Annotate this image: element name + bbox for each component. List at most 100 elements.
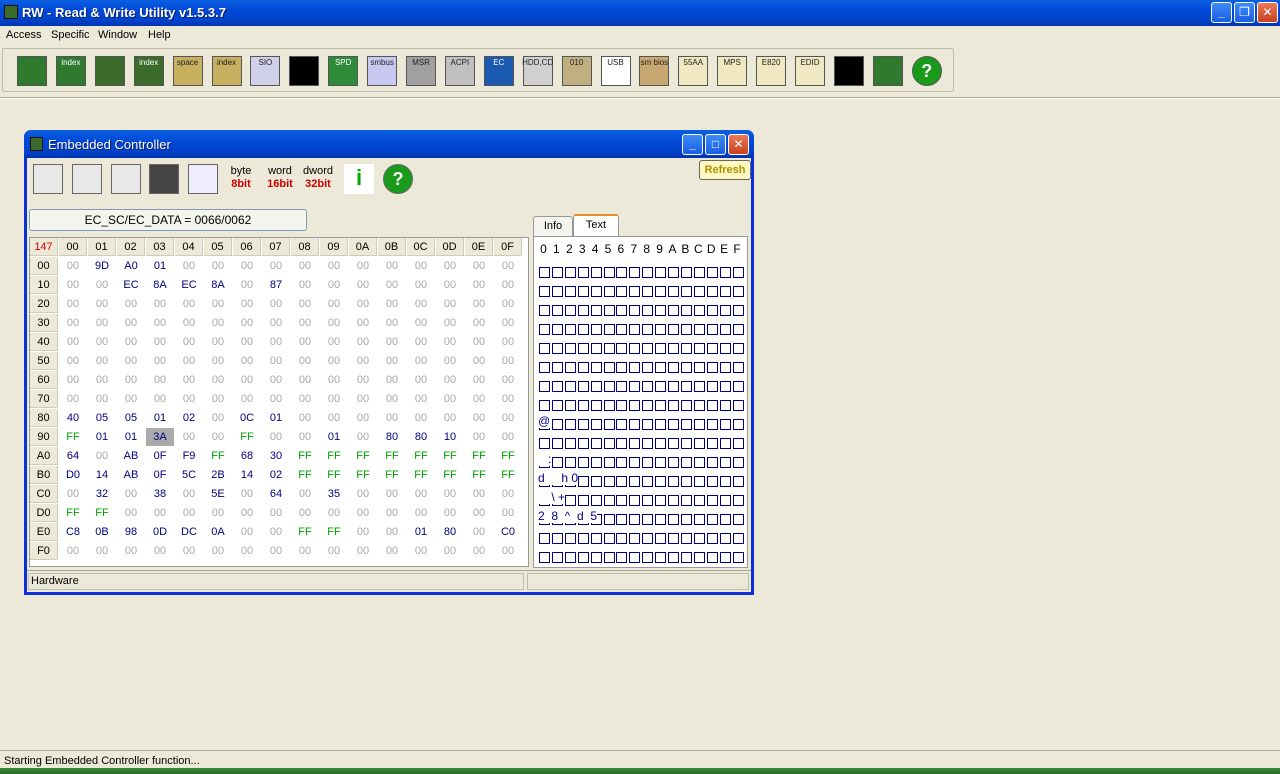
mps-icon[interactable]: MPS [715,54,749,88]
hex-cell[interactable]: 01 [117,428,145,446]
hex-cell[interactable]: A0 [117,257,145,275]
hex-cell[interactable]: 00 [494,390,522,408]
hex-cell[interactable]: 00 [146,314,174,332]
e820-icon[interactable]: E820 [754,54,788,88]
hex-cell[interactable]: 40 [59,409,87,427]
io-space-icon[interactable]: space [171,54,205,88]
ec-icon[interactable]: EC [482,54,516,88]
hex-cell[interactable]: 00 [407,504,435,522]
hex-cell[interactable]: 05 [88,409,116,427]
hex-cell[interactable]: 00 [204,428,232,446]
hex-cell[interactable]: 00 [204,314,232,332]
hex-cell[interactable]: 68 [233,447,261,465]
hex-cell[interactable]: 01 [262,409,290,427]
hex-cell[interactable]: 00 [436,371,464,389]
hex-cell[interactable]: 00 [88,542,116,560]
hex-cell[interactable]: F9 [175,447,203,465]
hex-cell[interactable]: 00 [291,295,319,313]
hex-cell[interactable]: FF [349,447,377,465]
hex-cell[interactable]: FF [436,447,464,465]
hex-cell[interactable]: 00 [407,485,435,503]
hex-cell[interactable]: 00 [494,504,522,522]
hex-cell[interactable]: 00 [233,276,261,294]
refresh-button[interactable]: Refresh [699,160,751,180]
hex-cell[interactable]: 00 [262,295,290,313]
hex-cell[interactable]: 00 [291,542,319,560]
hex-cell[interactable]: 00 [349,371,377,389]
hex-cell[interactable]: 01 [88,428,116,446]
hex-cell[interactable]: 00 [146,352,174,370]
save-bin-icon[interactable] [71,163,103,195]
hex-cell[interactable]: 00 [233,371,261,389]
plugin-icon[interactable] [871,54,905,88]
hex-cell[interactable]: 00 [59,276,87,294]
hex-cell[interactable]: 00 [436,390,464,408]
hex-cell[interactable]: 00 [117,295,145,313]
hex-cell[interactable]: 00 [320,314,348,332]
hex-cell[interactable]: 00 [233,504,261,522]
hex-cell[interactable]: 00 [465,428,493,446]
hex-cell[interactable]: EC [117,276,145,294]
menu-access[interactable]: Access [6,29,41,41]
hex-cell[interactable]: 00 [117,542,145,560]
hex-cell[interactable]: 00 [175,504,203,522]
hex-cell[interactable]: 00 [320,409,348,427]
hex-cell[interactable]: 00 [349,390,377,408]
hex-cell[interactable]: 14 [88,466,116,484]
hex-cell[interactable]: 00 [146,390,174,408]
hex-cell[interactable]: 00 [378,409,406,427]
hex-cell[interactable]: 00 [349,542,377,560]
io-index-icon[interactable]: index [210,54,244,88]
hex-cell[interactable]: 00 [378,352,406,370]
hex-cell[interactable]: FF [436,466,464,484]
hex-cell[interactable]: FF [204,447,232,465]
hex-cell[interactable]: 00 [349,409,377,427]
hex-cell[interactable]: 00 [465,523,493,541]
hex-cell[interactable]: 00 [407,409,435,427]
hex-cell[interactable]: EC [175,276,203,294]
hex-cell[interactable]: 00 [88,295,116,313]
menu-specific[interactable]: Specific [51,29,90,41]
hex-cell[interactable]: 30 [262,447,290,465]
hex-cell[interactable]: 00 [349,276,377,294]
byte-8bit-button[interactable]: byte 8bit [225,163,257,195]
hex-cell[interactable]: 32 [88,485,116,503]
hex-cell[interactable]: 00 [436,542,464,560]
menu-help[interactable]: Help [148,29,171,41]
hex-cell[interactable]: 05 [117,409,145,427]
hex-cell[interactable]: D0 [59,466,87,484]
hex-cell[interactable]: 00 [436,485,464,503]
hex-cell[interactable]: 00 [494,333,522,351]
msr-icon[interactable]: MSR [404,54,438,88]
hex-cell[interactable]: 00 [146,371,174,389]
hex-cell[interactable]: 00 [59,257,87,275]
ec-minimize-button[interactable]: _ [682,134,703,155]
hex-cell[interactable]: 00 [465,352,493,370]
hex-cell[interactable]: FF [291,466,319,484]
hex-cell[interactable]: 87 [262,276,290,294]
hex-cell[interactable]: 00 [175,390,203,408]
hex-cell[interactable]: 5E [204,485,232,503]
hex-cell[interactable]: 00 [494,276,522,294]
hex-cell[interactable]: 00 [436,352,464,370]
hex-cell[interactable]: 00 [204,257,232,275]
hex-cell[interactable]: 00 [262,428,290,446]
hex-cell[interactable]: 01 [320,428,348,446]
hex-cell[interactable]: 00 [349,257,377,275]
hex-cell[interactable]: 00 [494,542,522,560]
hex-cell[interactable]: 01 [407,523,435,541]
hex-cell[interactable]: 00 [436,257,464,275]
hex-cell[interactable]: AB [117,466,145,484]
hex-cell[interactable]: 00 [233,314,261,332]
hex-cell[interactable]: 00 [59,371,87,389]
hex-cell[interactable]: 00 [407,333,435,351]
hex-cell[interactable]: 00 [291,352,319,370]
hex-cell[interactable]: 00 [320,257,348,275]
hex-cell[interactable]: 00 [262,542,290,560]
hex-cell[interactable]: 00 [291,409,319,427]
hex-cell[interactable]: 00 [233,390,261,408]
find-binoculars-icon[interactable] [148,163,180,195]
hex-cell[interactable]: 00 [88,333,116,351]
hex-cell[interactable]: 00 [494,428,522,446]
hex-cell[interactable]: 00 [262,371,290,389]
